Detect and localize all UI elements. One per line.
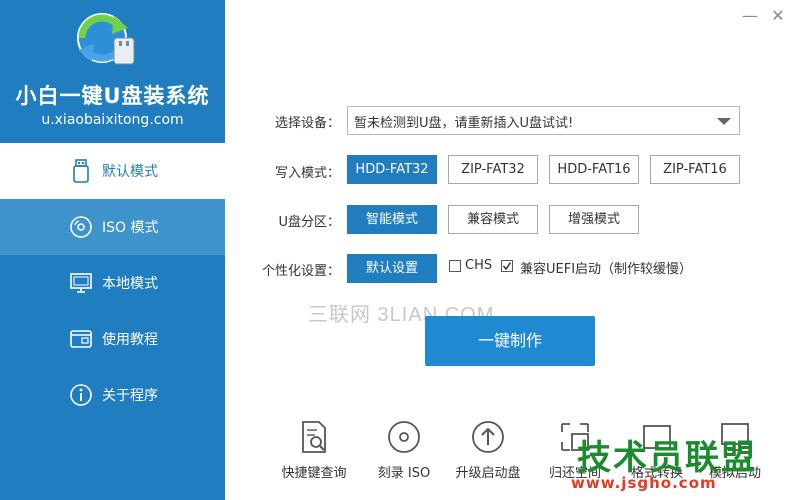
tool-burn-iso[interactable]: 刻录 ISO	[359, 420, 449, 481]
check-icon	[502, 262, 512, 271]
tool-label: 刻录 ISO	[377, 466, 431, 481]
sidebar-item-label: 默认模式	[102, 164, 158, 180]
partition-enhanced-mode[interactable]: 增强模式	[549, 205, 639, 234]
sidebar-item-label: 关于程序	[102, 388, 158, 404]
book-icon	[70, 330, 92, 348]
brand-site: www.jsgho.com	[571, 474, 717, 492]
device-select-value: 暂未检测到U盘，请重新插入U盘试试!	[354, 116, 574, 131]
sidebar-item-about[interactable]: 关于程序	[0, 367, 225, 423]
upgrade-arrow-icon	[472, 421, 504, 453]
search-document-icon	[302, 421, 326, 453]
device-select[interactable]: 暂未检测到U盘，请重新插入U盘试试!	[347, 106, 740, 135]
write-mode-hdd-fat16[interactable]: HDD-FAT16	[549, 155, 639, 184]
write-mode-hdd-fat32[interactable]: HDD-FAT32	[347, 155, 437, 184]
one-click-make-button[interactable]: 一键制作	[425, 316, 595, 366]
tool-label: 快捷键查询	[281, 466, 347, 481]
sidebar-item-label: 本地模式	[102, 276, 158, 292]
partition-compat-mode[interactable]: 兼容模式	[448, 205, 538, 234]
uefi-label: 兼容UEFI启动（制作较缓慢）	[520, 262, 693, 277]
partition-label: U盘分区：	[278, 215, 340, 230]
sidebar: 小白一键U盘装系统 u.xiaobaixitong.com 默认模式 ISO 模…	[0, 0, 225, 500]
default-settings-button[interactable]: 默认设置	[347, 254, 437, 283]
partition-smart-mode[interactable]: 智能模式	[347, 205, 437, 234]
device-label: 选择设备：	[274, 116, 340, 131]
brand-name: 技术员联盟	[577, 438, 757, 478]
write-mode-label: 写入模式：	[274, 166, 340, 181]
sidebar-item-tutorial[interactable]: 使用教程	[0, 311, 225, 367]
app-url[interactable]: u.xiaobaixitong.com	[0, 112, 225, 128]
custom-settings-label: 个性化设置：	[261, 264, 340, 279]
app-title: 小白一键U盘装系统	[15, 84, 210, 108]
chevron-down-icon	[717, 118, 731, 125]
sidebar-item-label: ISO 模式	[102, 220, 159, 236]
monitor-icon	[70, 273, 92, 293]
sidebar-item-local-mode[interactable]: 本地模式	[0, 255, 225, 311]
disc-icon	[70, 216, 92, 238]
uefi-checkbox[interactable]	[501, 260, 513, 272]
logo-area: 小白一键U盘装系统 u.xiaobaixitong.com	[0, 0, 225, 143]
write-mode-zip-fat32[interactable]: ZIP-FAT32	[448, 155, 538, 184]
close-button[interactable]: ✕	[770, 8, 786, 24]
tool-label: 升级启动盘	[455, 466, 521, 481]
chs-label: CHS	[465, 258, 493, 273]
sidebar-item-label: 使用教程	[102, 332, 158, 348]
write-mode-zip-fat16[interactable]: ZIP-FAT16	[650, 155, 740, 184]
info-icon	[70, 384, 92, 406]
sidebar-item-iso-mode[interactable]: ISO 模式	[0, 199, 225, 255]
app-logo-icon	[77, 13, 135, 65]
usb-drive-icon	[73, 159, 89, 183]
tool-shortcut-query[interactable]: 快捷键查询	[269, 420, 359, 481]
chs-checkbox[interactable]	[449, 260, 461, 272]
brand-watermark: 技术员联盟 www.jsgho.com	[565, 430, 765, 496]
tool-upgrade-boot-disk[interactable]: 升级启动盘	[443, 420, 533, 481]
sidebar-item-default-mode[interactable]: 默认模式	[0, 143, 225, 199]
burn-disc-icon	[388, 421, 420, 453]
minimize-button[interactable]: —	[742, 8, 758, 24]
